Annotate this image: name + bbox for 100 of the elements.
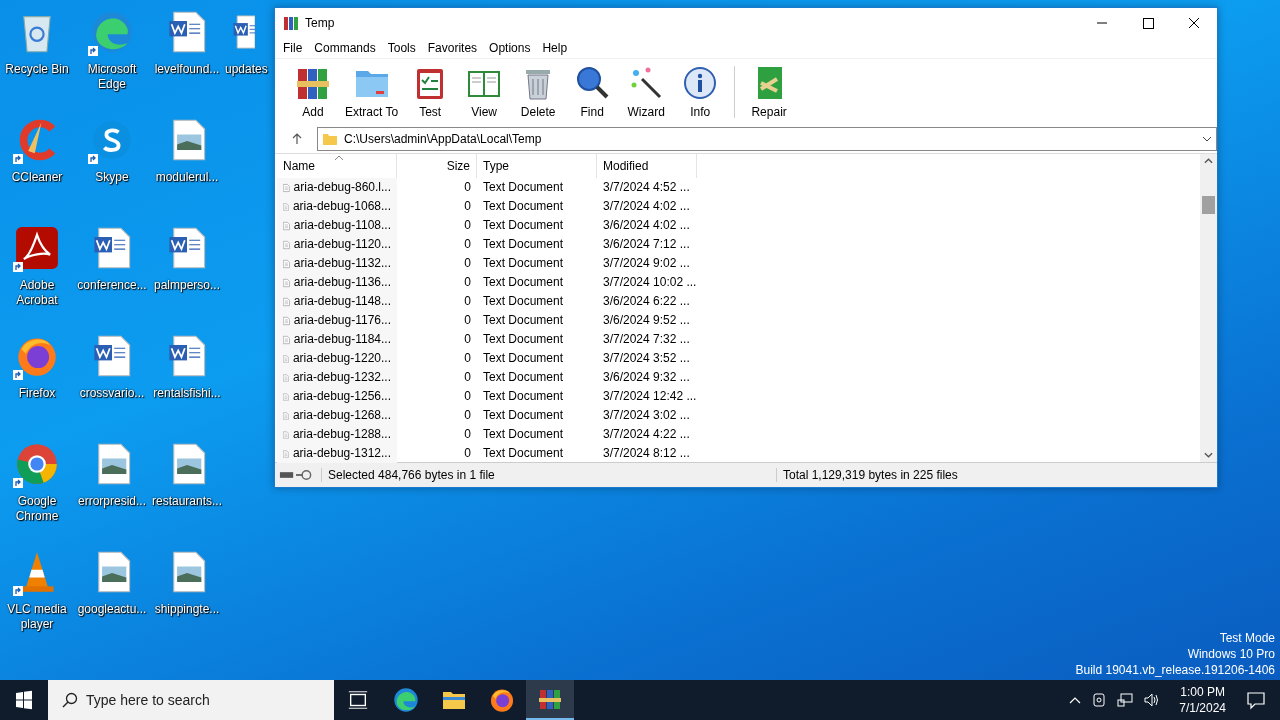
file-name: aria-debug-1256... — [292, 388, 391, 405]
file-row[interactable]: aria-debug-1068... 0 Text Document 3/7/2024 4:02 ... — [277, 197, 1200, 216]
file-row[interactable]: aria-debug-1184... 0 Text Document 3/7/2024 7:32 ... — [277, 330, 1200, 349]
scroll-up-icon[interactable] — [1204, 158, 1213, 164]
search-icon — [574, 65, 611, 101]
toolbar-button[interactable]: Test — [404, 63, 457, 121]
table-cell-text: Text Document — [482, 369, 565, 386]
search-field[interactable]: Type here to search — [48, 680, 334, 720]
file-row[interactable]: aria-debug-1220... 0 Text Document 3/7/2024 3:52 ... — [277, 349, 1200, 368]
chrome-icon — [15, 442, 59, 486]
menu-item[interactable]: Commands — [308, 41, 382, 55]
icon-label: Adobe Acrobat — [15, 278, 59, 308]
file-row[interactable]: aria-debug-1108... 0 Text Document 3/6/2024 4:02 ... — [277, 216, 1200, 235]
file-row[interactable]: aria-debug-860.l... 0 Text Document 3/7/2024 4:52 ... — [277, 178, 1200, 197]
table-cell-text: Text Document — [482, 236, 565, 253]
icon-label: Microsoft Edge — [86, 62, 138, 92]
file-name: aria-debug-1232... — [292, 369, 391, 386]
window-title: Temp — [305, 16, 335, 30]
file-row[interactable]: aria-debug-1268... 0 Text Document 3/7/2024 3:02 ... — [277, 406, 1200, 425]
file-name: aria-debug-1176... — [293, 312, 391, 329]
toolbar-button[interactable]: View — [458, 63, 511, 121]
toolbar-button[interactable]: Info — [674, 63, 727, 121]
table-cell-text: Text Document — [482, 388, 565, 405]
table-cell-text: 3/7/2024 8:12 ... — [602, 445, 691, 462]
table-cell-text: 0 — [463, 198, 472, 215]
scrollbar[interactable] — [1200, 154, 1217, 462]
file-name: aria-debug-1108... — [293, 217, 391, 234]
table-cell-text: 3/6/2024 9:32 ... — [602, 369, 691, 386]
menu-item[interactable]: Tools — [381, 41, 422, 55]
table-cell-text: 3/7/2024 4:22 ... — [602, 426, 691, 443]
table-cell-text: 0 — [463, 445, 472, 462]
toolbar-button[interactable]: Find — [566, 63, 619, 121]
icon-label: updates — [225, 62, 268, 77]
file-name: aria-debug-1312... — [292, 445, 391, 462]
table-cell-text: 3/7/2024 4:52 ... — [602, 179, 691, 196]
column-header[interactable]: Modified — [597, 154, 697, 178]
file-row[interactable]: aria-debug-1136... 0 Text Document 3/7/2024 10:02 ... — [277, 273, 1200, 292]
watermark-text: Build 19041.vb_release.191206-1406 — [1075, 662, 1275, 678]
watermark-text: Test Mode — [1219, 630, 1275, 646]
edge-icon — [90, 10, 134, 54]
file-row[interactable]: aria-debug-1288... 0 Text Document 3/7/2024 4:22 ... — [277, 425, 1200, 444]
table-cell-text: 3/6/2024 4:02 ... — [602, 217, 691, 234]
icon-label: rentalsfishi... — [152, 386, 222, 401]
file-name: aria-debug-1120... — [293, 236, 391, 253]
scroll-down-icon[interactable] — [1204, 452, 1213, 458]
icon-label: conference... — [76, 278, 148, 293]
folder-icon — [322, 131, 338, 147]
icon-label: restaurants... — [151, 494, 223, 509]
toolbar-button[interactable]: Add — [287, 63, 339, 121]
table-cell-text: Text Document — [482, 198, 565, 215]
camera-icon[interactable] — [1091, 692, 1108, 708]
table-cell-text: 0 — [463, 388, 472, 405]
icon-label: VLC media player — [6, 602, 68, 632]
column-header[interactable]: Size — [397, 154, 477, 178]
icon-label: Recycle Bin — [4, 62, 70, 77]
table-cell-text: 0 — [463, 236, 472, 253]
network-icon[interactable] — [1117, 692, 1134, 708]
notification-icon[interactable] — [1246, 690, 1266, 710]
menu-item[interactable]: File — [277, 41, 309, 55]
file-name: aria-debug-1268... — [292, 407, 391, 424]
books-icon — [538, 687, 562, 711]
table-cell-text: Text Document — [482, 350, 565, 367]
table-cell-text: 0 — [463, 426, 472, 443]
icon-label: shippingte... — [153, 602, 221, 617]
dropdown-caret-icon[interactable] — [1202, 134, 1212, 144]
scroll-thumb[interactable] — [1202, 196, 1215, 214]
file-row[interactable]: aria-debug-1312... 0 Text Document 3/7/2024 8:12 ... — [277, 444, 1200, 463]
file-name: aria-debug-1068... — [292, 198, 391, 215]
clock[interactable]: 1:00 PM 7/1/2024 — [1169, 684, 1236, 716]
toolbar-button[interactable]: Wizard — [620, 63, 673, 121]
menu-item[interactable]: Help — [536, 41, 574, 55]
file-row[interactable]: aria-debug-1232... 0 Text Document 3/6/2024 9:32 ... — [277, 368, 1200, 387]
file-row[interactable]: aria-debug-1148... 0 Text Document 3/6/2024 6:22 ... — [277, 292, 1200, 311]
toolbar-button[interactable]: Delete — [512, 63, 565, 121]
table-cell-text: 3/6/2024 6:22 ... — [602, 293, 691, 310]
file-row[interactable]: aria-debug-1132... 0 Text Document 3/7/2024 9:02 ... — [277, 254, 1200, 273]
icon-label: CCleaner — [10, 170, 64, 185]
address-field[interactable]: C:\Users\admin\AppData\Local\Temp — [317, 127, 1217, 151]
toolbar-button[interactable]: Extract To — [341, 63, 403, 121]
menu-item[interactable]: Favorites — [421, 41, 484, 55]
file-row[interactable]: aria-debug-1256... 0 Text Document 3/7/2024 12:42 ... — [277, 387, 1200, 406]
toolbar-button[interactable]: Repair — [743, 63, 796, 121]
file-row[interactable]: aria-debug-1176... 0 Text Document 3/6/2024 9:52 ... — [277, 311, 1200, 330]
table-cell-text: 0 — [463, 312, 472, 329]
icon-label: modulerul... — [154, 170, 220, 185]
column-header[interactable]: Type — [477, 154, 597, 178]
menu-item[interactable]: Options — [483, 41, 537, 55]
status-text: Selected 484,766 bytes in 1 file — [321, 468, 768, 482]
icon-label: Google Chrome — [14, 494, 60, 524]
icon-label: Firefox — [17, 386, 57, 401]
file-row[interactable]: aria-debug-1120... 0 Text Document 3/6/2024 7:12 ... — [277, 235, 1200, 254]
table-cell-text: 0 — [463, 179, 472, 196]
table-cell-text: Text Document — [482, 312, 565, 329]
icon-label: levelfound... — [153, 62, 221, 77]
table-cell-text: 3/7/2024 9:02 ... — [602, 255, 691, 272]
taskbar-app[interactable] — [526, 680, 574, 720]
chevron-up-icon[interactable] — [1069, 696, 1082, 704]
table-cell-text: Text Document — [482, 293, 565, 310]
speaker-icon[interactable] — [1143, 692, 1160, 708]
table-cell-text: 0 — [463, 407, 472, 424]
